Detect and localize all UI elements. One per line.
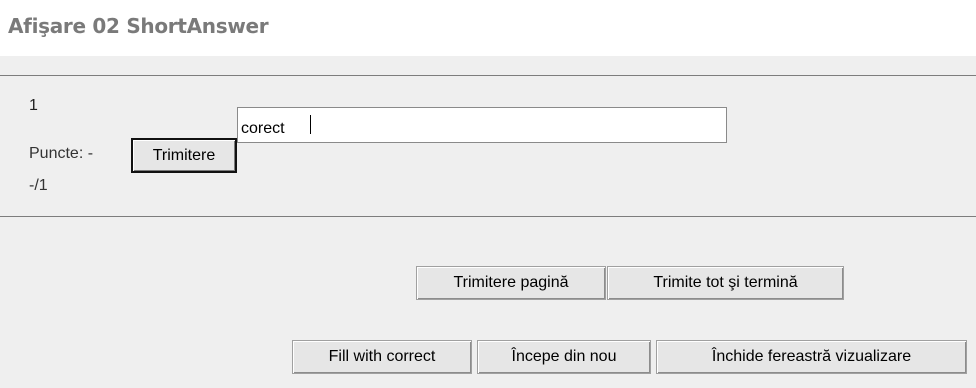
submit-page-button[interactable]: Trimitere pagină (416, 266, 606, 300)
middle-divider (0, 216, 976, 217)
restart-button[interactable]: Începe din nou (477, 340, 651, 374)
page-title: Afişare 02 ShortAnswer (8, 14, 269, 38)
title-bar: Afişare 02 ShortAnswer (0, 0, 976, 56)
points-label: Puncte: - (29, 145, 94, 162)
submit-all-finish-button[interactable]: Trimite tot şi termină (607, 266, 844, 300)
close-preview-button[interactable]: Închide fereastră vizualizare (656, 340, 967, 374)
question-area (0, 56, 976, 388)
text-caret (310, 115, 311, 134)
submit-question-button[interactable]: Trimitere (131, 138, 237, 173)
fill-correct-button[interactable]: Fill with correct (292, 340, 472, 374)
top-divider (0, 75, 976, 76)
question-number: 1 (29, 97, 38, 114)
preview-page: Afişare 02 ShortAnswer 1 Puncte: - -/1 T… (0, 0, 976, 388)
points-value: -/1 (29, 177, 48, 194)
